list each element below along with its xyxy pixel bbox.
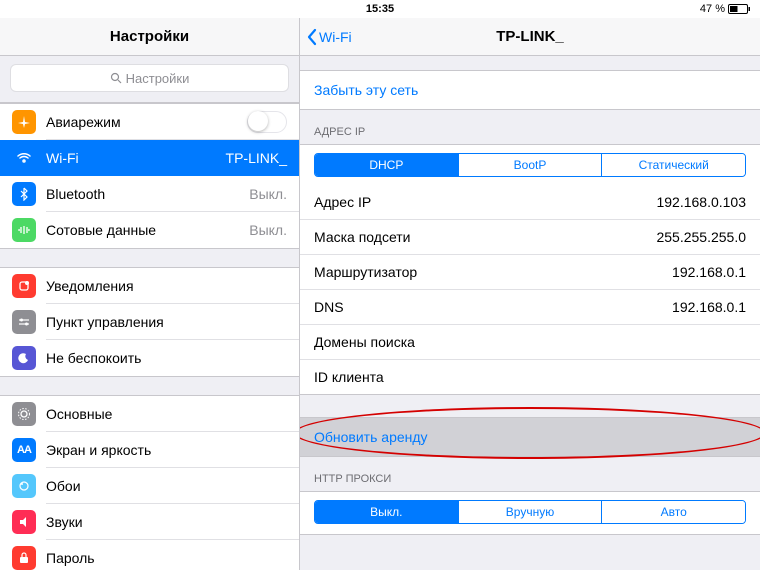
field-ip-address[interactable]: Адрес IP 192.168.0.103 bbox=[300, 185, 760, 220]
sidebar-group-general: Основные AA Экран и яркость bbox=[0, 395, 299, 570]
sidebar-item-label: Пароль bbox=[46, 550, 95, 566]
sidebar-item-label: Уведомления bbox=[46, 278, 134, 294]
sidebar-item-dnd[interactable]: Не беспокоить bbox=[0, 340, 299, 376]
seg-proxy-manual[interactable]: Вручную bbox=[459, 501, 603, 523]
sidebar-item-wifi[interactable]: Wi-Fi TP-LINK_ bbox=[0, 140, 299, 176]
wifi-icon bbox=[12, 146, 36, 170]
sidebar-item-display[interactable]: AA Экран и яркость bbox=[0, 432, 299, 468]
detail-scroll[interactable]: Забыть эту сеть АДРЕС IP DHCP BootP Стат… bbox=[300, 56, 760, 570]
seg-proxy-off[interactable]: Выкл. bbox=[315, 501, 459, 523]
section-header-ip: АДРЕС IP bbox=[300, 110, 760, 144]
seg-static[interactable]: Статический bbox=[602, 154, 745, 176]
field-router[interactable]: Маршрутизатор 192.168.0.1 bbox=[300, 255, 760, 290]
sidebar-item-airplane[interactable]: Авиарежим bbox=[0, 104, 299, 140]
gear-icon bbox=[12, 402, 36, 426]
seg-proxy-auto[interactable]: Авто bbox=[602, 501, 745, 523]
notifications-icon bbox=[12, 274, 36, 298]
sidebar-item-value: Выкл. bbox=[249, 222, 287, 238]
status-bar: 15:35 47 % bbox=[0, 0, 760, 18]
sidebar-item-label: Звуки bbox=[46, 514, 83, 530]
sidebar-item-label: Основные bbox=[46, 406, 112, 422]
passcode-icon bbox=[12, 546, 36, 570]
sidebar-item-label: Экран и яркость bbox=[46, 442, 151, 458]
sidebar-item-notifications[interactable]: Уведомления bbox=[0, 268, 299, 304]
airplane-icon bbox=[12, 110, 36, 134]
sidebar-item-label: Пункт управления bbox=[46, 314, 164, 330]
seg-bootp[interactable]: BootP bbox=[459, 154, 603, 176]
search-container: Настройки bbox=[0, 56, 299, 103]
sidebar-title: Настройки bbox=[110, 28, 189, 45]
settings-sidebar: Настройки Настройки bbox=[0, 18, 300, 570]
back-button[interactable]: Wi-Fi bbox=[306, 28, 352, 46]
sidebar-scroll[interactable]: Авиарежим Wi-Fi TP-LINK_ bbox=[0, 103, 299, 570]
bluetooth-icon bbox=[12, 182, 36, 206]
airplane-switch[interactable] bbox=[247, 111, 287, 133]
dnd-icon bbox=[12, 346, 36, 370]
sidebar-item-label: Обои bbox=[46, 478, 81, 494]
sidebar-group-notifications: Уведомления Пункт управления bbox=[0, 267, 299, 377]
detail-title: TP-LINK_ bbox=[496, 28, 564, 45]
sidebar-item-wallpaper[interactable]: Обои bbox=[0, 468, 299, 504]
sidebar-item-controlcenter[interactable]: Пункт управления bbox=[0, 304, 299, 340]
battery-icon bbox=[728, 4, 750, 14]
ip-segmented-container: DHCP BootP Статический bbox=[300, 144, 760, 185]
renew-lease-button[interactable]: Обновить аренду bbox=[300, 417, 760, 457]
cellular-icon bbox=[12, 218, 36, 242]
sidebar-item-bluetooth[interactable]: Bluetooth Выкл. bbox=[0, 176, 299, 212]
chevron-left-icon bbox=[306, 28, 317, 46]
field-client-id[interactable]: ID клиента bbox=[300, 360, 760, 394]
status-battery: 47 % bbox=[700, 3, 750, 15]
forget-network-button[interactable]: Забыть эту сеть bbox=[300, 70, 760, 110]
sidebar-item-label: Сотовые данные bbox=[46, 222, 156, 238]
seg-dhcp[interactable]: DHCP bbox=[315, 154, 459, 176]
sidebar-item-label: Авиарежим bbox=[46, 114, 121, 130]
search-input[interactable]: Настройки bbox=[10, 64, 289, 92]
field-search-domains[interactable]: Домены поиска bbox=[300, 325, 760, 360]
search-icon bbox=[110, 72, 122, 84]
display-icon: AA bbox=[12, 438, 36, 462]
detail-navbar: Wi-Fi TP-LINK_ bbox=[300, 18, 760, 56]
sidebar-item-passcode[interactable]: Пароль bbox=[0, 540, 299, 570]
sidebar-item-label: Не беспокоить bbox=[46, 350, 141, 366]
sidebar-item-value: Выкл. bbox=[249, 186, 287, 202]
sound-icon bbox=[12, 510, 36, 534]
sidebar-item-label: Bluetooth bbox=[46, 186, 105, 202]
sidebar-item-label: Wi-Fi bbox=[46, 150, 79, 166]
ip-config-segmented: DHCP BootP Статический bbox=[314, 153, 746, 177]
section-header-proxy: HTTP ПРОКСИ bbox=[300, 457, 760, 491]
status-time: 15:35 bbox=[366, 3, 394, 15]
proxy-segmented-container: Выкл. Вручную Авто bbox=[300, 491, 760, 535]
detail-pane: Wi-Fi TP-LINK_ Забыть эту сеть АДРЕС IP … bbox=[300, 18, 760, 570]
sidebar-item-general[interactable]: Основные bbox=[0, 396, 299, 432]
ip-fields-group: Адрес IP 192.168.0.103 Маска подсети 255… bbox=[300, 185, 760, 395]
field-dns[interactable]: DNS 192.168.0.1 bbox=[300, 290, 760, 325]
wallpaper-icon bbox=[12, 474, 36, 498]
sidebar-navbar: Настройки bbox=[0, 18, 299, 56]
sidebar-item-sounds[interactable]: Звуки bbox=[0, 504, 299, 540]
sidebar-item-value: TP-LINK_ bbox=[226, 150, 287, 166]
proxy-segmented: Выкл. Вручную Авто bbox=[314, 500, 746, 524]
sidebar-item-cellular[interactable]: Сотовые данные Выкл. bbox=[0, 212, 299, 248]
control-center-icon bbox=[12, 310, 36, 334]
sidebar-group-connectivity: Авиарежим Wi-Fi TP-LINK_ bbox=[0, 103, 299, 249]
field-subnet-mask[interactable]: Маска подсети 255.255.255.0 bbox=[300, 220, 760, 255]
